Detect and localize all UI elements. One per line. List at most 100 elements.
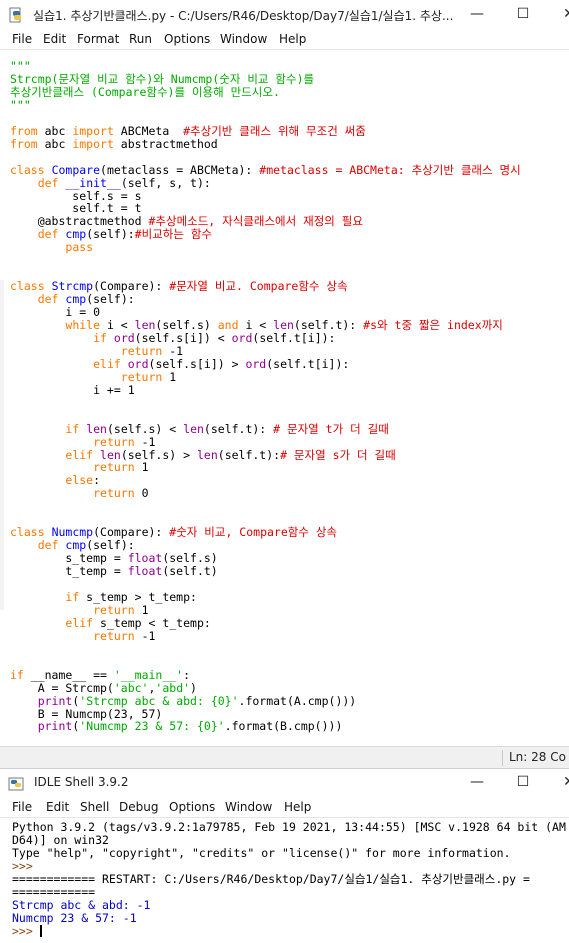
code-token: elif — [65, 447, 94, 462]
code-token: def — [37, 538, 59, 553]
code-token: Compare — [51, 162, 101, 177]
shell-maximize-button[interactable]: ☐ — [500, 769, 546, 797]
shell-menu-file[interactable]: File — [12, 800, 32, 814]
editor-menu-help[interactable]: Help — [279, 32, 306, 46]
editor-menu-format[interactable]: Format — [77, 32, 119, 46]
code-token: len — [86, 421, 107, 436]
code-token: self.s = s — [10, 188, 142, 203]
code-token: and — [217, 318, 239, 332]
code-token: i < — [100, 318, 135, 332]
shell-menu-window[interactable]: Window — [225, 800, 272, 814]
editor-title: 실습1. 추상기반클래스.py - C:/Users/R46/Desktop/D… — [33, 9, 454, 23]
code-token: print — [37, 693, 73, 708]
code-token: # 문자열 s가 더 길때 — [280, 447, 396, 462]
code-token: return — [93, 434, 135, 449]
code-token: from — [10, 136, 38, 151]
editor-menu-file[interactable]: File — [12, 32, 32, 46]
code-token: elif — [93, 356, 121, 371]
text-cursor — [39, 924, 42, 937]
shell-titlebar[interactable]: IDLE Shell 3.9.2 — ☐ ✕ — [0, 768, 569, 796]
shell-menu-edit[interactable]: Edit — [46, 800, 69, 814]
code-token: def — [37, 292, 59, 307]
code-token: len — [100, 447, 121, 462]
code-token: .format(B.cmp())) — [224, 719, 343, 734]
code-token: #추상메소드, 자식클래스에서 재정의 필요 — [148, 214, 363, 229]
shell-prompt: >>> — [12, 923, 42, 938]
code-token: #문자열 비교. Compare함수 상속 — [169, 279, 348, 294]
code-token: (self): — [86, 227, 135, 242]
code-token: Numcmp — [51, 525, 94, 540]
code-token: else — [65, 473, 94, 488]
shell-output[interactable]: Python 3.9.2 (tags/v3.9.2:1a79785, Feb 1… — [0, 818, 569, 943]
code-token: __name__ == — [23, 667, 114, 682]
code-token: @abstractmethod — [10, 214, 149, 229]
shell-menu-options[interactable]: Options — [169, 800, 215, 814]
code-token: self.t = t — [10, 201, 142, 216]
shell-menu-debug[interactable]: Debug — [119, 800, 158, 814]
maximize-button[interactable]: ☐ — [500, 0, 546, 30]
code-token: (self, s, t): — [120, 175, 211, 190]
code-token: abc — [37, 136, 73, 151]
code-token: (self.s) > — [120, 447, 197, 462]
code-token: def — [37, 227, 59, 242]
shell-text: Strcmp abc & abd: -1 — [12, 897, 151, 912]
shell-close-button[interactable]: ✕ — [546, 769, 569, 797]
code-token: pass — [65, 240, 94, 255]
code-token: float — [127, 551, 163, 566]
code-token: elif — [65, 615, 94, 630]
code-token: ord — [231, 330, 253, 345]
code-token: len — [273, 318, 294, 332]
shell-text: ============ RESTART: C:/Users/R46/Deskt… — [12, 871, 530, 886]
code-token: s_temp < t_temp: — [93, 615, 211, 630]
code-line: """ — [10, 98, 31, 112]
shell-text: Python 3.9.2 (tags/v3.9.2:1a79785, Feb 1… — [12, 820, 566, 834]
editor-menu-options[interactable]: Options — [164, 32, 210, 46]
shell-text: >>> — [12, 923, 40, 938]
code-editor[interactable]: """ Strcmp(문자열 비교 함수)와 Numcmp(숫자 비교 함수)를 추… — [0, 51, 569, 746]
code-token: -1 — [134, 434, 156, 449]
shell-menu-help[interactable]: Help — [284, 800, 311, 814]
code-token: class — [10, 525, 45, 540]
code-token: (self.t): — [203, 421, 274, 436]
code-token: abc — [37, 123, 73, 138]
minimize-button[interactable]: — — [454, 0, 500, 30]
code-token: (self.t): — [293, 318, 364, 332]
code-token: class — [10, 162, 45, 177]
code-token: (self): — [86, 538, 135, 553]
code-token: return — [93, 602, 135, 617]
editor-menu-window[interactable]: Window — [220, 32, 267, 46]
editor-menu-edit[interactable]: Edit — [43, 32, 66, 46]
editor-menubar: File Edit Format Run Options Window Help — [0, 30, 569, 50]
code-token: ord — [113, 330, 135, 345]
code-token: (Compare): — [93, 279, 170, 294]
shell-minimize-button[interactable]: — — [454, 769, 500, 797]
code-token: (self): — [86, 292, 135, 307]
editor-menu-run[interactable]: Run — [129, 32, 152, 46]
code-token: len — [183, 421, 204, 436]
code-token: def — [37, 175, 59, 190]
close-button[interactable]: ✕ — [546, 0, 569, 30]
code-token: ord — [127, 356, 149, 371]
shell-menu-shell[interactable]: Shell — [80, 800, 109, 814]
code-token: (self.s[i]) > — [148, 356, 246, 371]
code-token: """ — [10, 59, 31, 73]
code-token: 'Strcmp abc & abd: {0}' — [79, 693, 239, 708]
code-token: #추상기반 클래스 위해 무조건 써줌 — [183, 123, 366, 138]
editor-titlebar[interactable]: 실습1. 추상기반클래스.py - C:/Users/R46/Desktop/D… — [0, 0, 569, 30]
code-token: 'Numcmp 23 & 57: {0}' — [79, 719, 225, 734]
code-token: (self.s[i]) < — [134, 330, 232, 345]
code-token: #비교하는 함수 — [134, 227, 212, 242]
code-token: print — [37, 719, 73, 734]
